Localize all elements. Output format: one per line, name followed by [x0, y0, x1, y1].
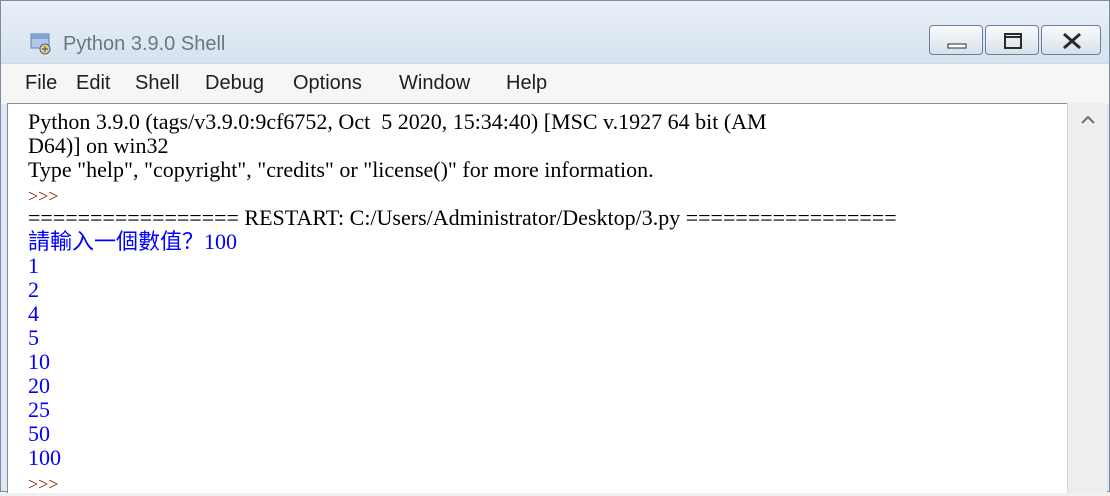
output-line: 100 — [28, 445, 61, 470]
window-title: Python 3.9.0 Shell — [63, 33, 226, 55]
minimize-icon — [947, 43, 967, 49]
output-line: 4 — [28, 301, 39, 326]
python-idle-icon — [30, 33, 51, 55]
close-button[interactable] — [1041, 25, 1101, 55]
menu-help[interactable]: Help — [506, 72, 547, 94]
shell-header-line-1: Python 3.9.0 (tags/v3.9.0:9cf6752, Oct 5… — [28, 109, 767, 134]
shell-header-line-2: D64)] on win32 — [28, 133, 169, 158]
menu-options[interactable]: Options — [293, 72, 362, 94]
menu-bar: File Edit Shell Debug Options Window Hel… — [1, 63, 1109, 104]
final-shell-prompt: >>> — [28, 474, 59, 494]
output-line: 50 — [28, 421, 50, 446]
maximize-icon — [1004, 33, 1022, 49]
maximize-button[interactable] — [985, 25, 1039, 55]
restart-line: ================= RESTART: C:/Users/Admi… — [28, 205, 897, 230]
vertical-scrollbar[interactable] — [1067, 103, 1107, 493]
output-line: 20 — [28, 373, 50, 398]
menu-shell[interactable]: Shell — [135, 72, 179, 94]
menu-edit[interactable]: Edit — [76, 72, 110, 94]
title-bar[interactable]: Python 3.9.0 Shell — [1, 1, 1109, 63]
minimize-button[interactable] — [929, 25, 983, 55]
close-icon — [1063, 32, 1081, 50]
output-line: 1 — [28, 253, 39, 278]
input-prompt-line: 請輸入一個數值？100 — [28, 229, 238, 254]
output-line: 10 — [28, 349, 50, 374]
output-line: 2 — [28, 277, 39, 302]
shell-header-line-3: Type "help", "copyright", "credits" or "… — [28, 157, 654, 182]
menu-debug[interactable]: Debug — [205, 72, 264, 94]
menu-file[interactable]: File — [25, 72, 57, 94]
scroll-up-icon[interactable] — [1076, 111, 1100, 129]
menu-window[interactable]: Window — [399, 72, 470, 94]
output-line: 5 — [28, 325, 39, 350]
output-line: 25 — [28, 397, 50, 422]
shell-output-area[interactable]: Python 3.9.0 (tags/v3.9.0:9cf6752, Oct 5… — [7, 103, 1067, 494]
python-shell-window: Python 3.9.0 Shell File Edit Shell Debug… — [0, 0, 1110, 494]
